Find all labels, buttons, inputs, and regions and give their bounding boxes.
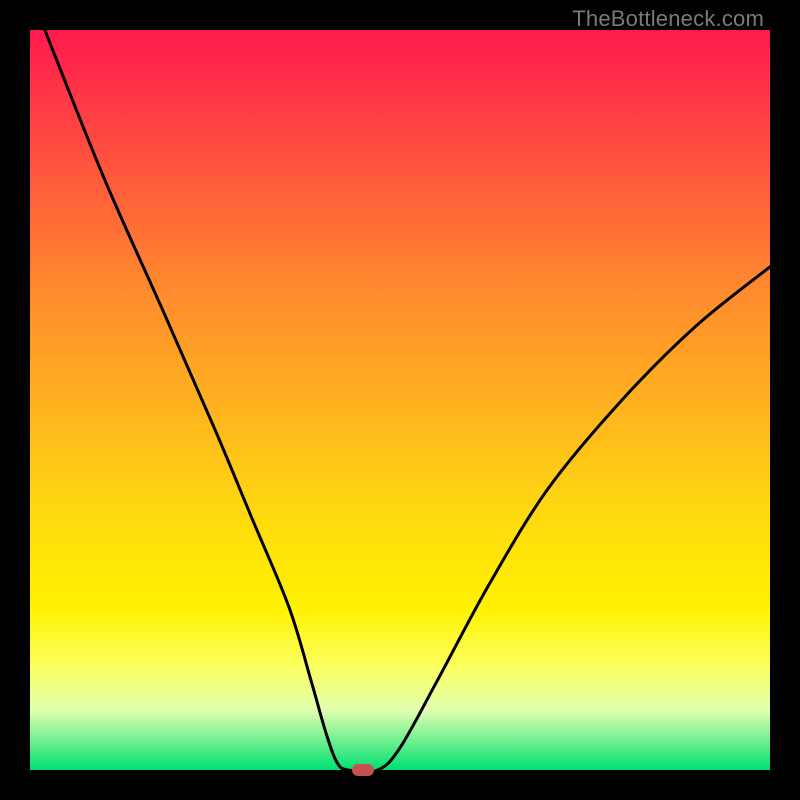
curve-svg [30, 30, 770, 770]
bottleneck-curve [45, 30, 770, 770]
optimum-marker [352, 764, 374, 776]
plot-area [30, 30, 770, 770]
watermark-text: TheBottleneck.com [572, 6, 764, 32]
chart-frame: TheBottleneck.com [0, 0, 800, 800]
